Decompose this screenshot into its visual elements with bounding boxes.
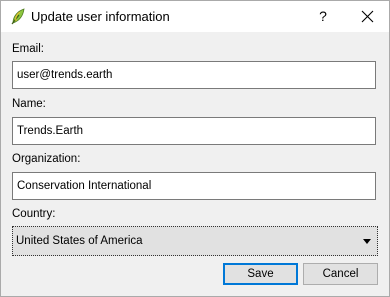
country-select-value: United States of America bbox=[16, 235, 143, 247]
help-button[interactable]: ? bbox=[301, 1, 345, 32]
window-title: Update user information bbox=[31, 9, 170, 24]
email-label: Email: bbox=[12, 43, 44, 55]
chevron-down-icon bbox=[363, 239, 371, 244]
close-button[interactable] bbox=[345, 1, 389, 32]
qgis-leaf-icon bbox=[10, 8, 26, 25]
organization-label: Organization: bbox=[12, 153, 81, 165]
country-label: Country: bbox=[12, 208, 56, 220]
close-icon bbox=[361, 10, 374, 23]
country-select[interactable]: United States of America bbox=[12, 226, 378, 256]
dialog-window: Update user information ? Email: user@tr… bbox=[0, 0, 390, 297]
title-bar: Update user information ? bbox=[1, 1, 389, 32]
email-field[interactable]: user@trends.earth bbox=[12, 61, 376, 89]
cancel-button[interactable]: Cancel bbox=[303, 263, 378, 285]
name-label: Name: bbox=[12, 98, 46, 110]
name-field[interactable]: Trends.Earth bbox=[12, 117, 376, 145]
save-button[interactable]: Save bbox=[223, 263, 298, 285]
organization-field[interactable]: Conservation International bbox=[12, 172, 376, 200]
help-icon: ? bbox=[319, 8, 327, 24]
